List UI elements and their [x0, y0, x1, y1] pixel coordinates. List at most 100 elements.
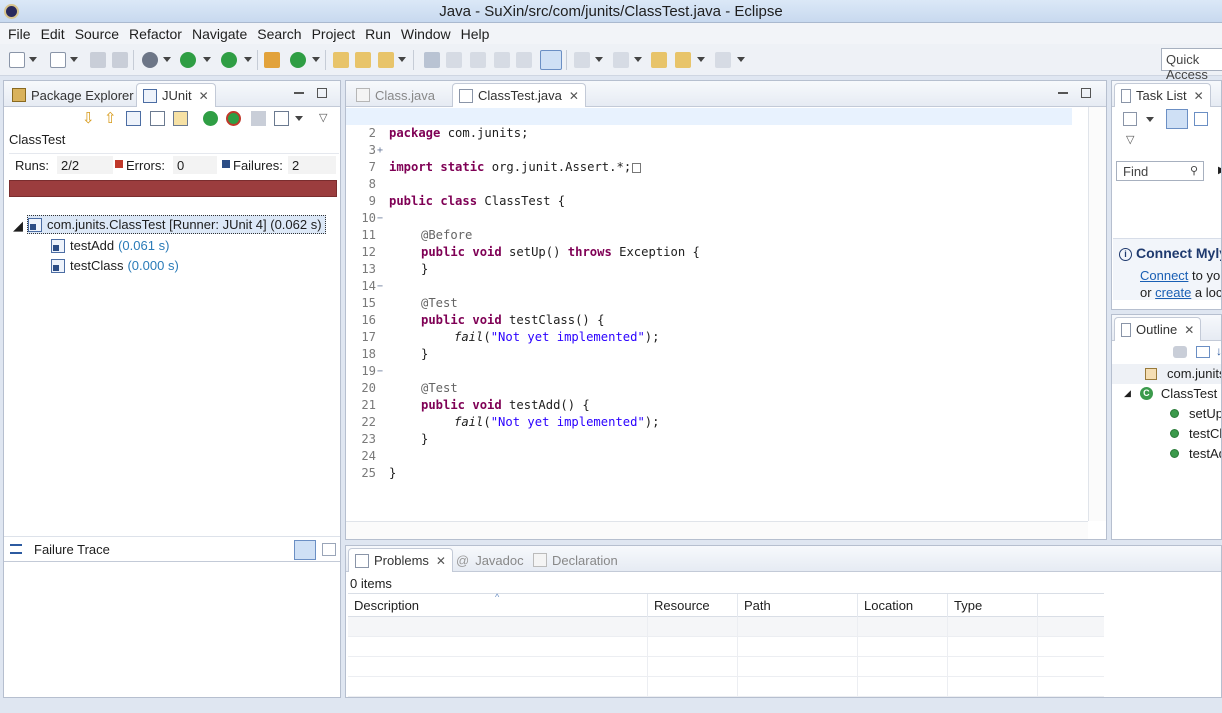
tab-javadoc[interactable]: @ Javadoc — [450, 548, 530, 572]
create-link[interactable]: create — [1155, 285, 1191, 300]
next-annotation-icon[interactable] — [574, 52, 590, 68]
tab-problems[interactable]: Problems ✕ — [348, 548, 453, 572]
debug-dropdown-icon[interactable] — [163, 57, 171, 62]
close-icon[interactable]: ✕ — [1194, 89, 1204, 103]
tree-expand-icon[interactable]: ◢ — [13, 216, 23, 235]
save-all-icon[interactable] — [112, 52, 128, 68]
test-history-icon[interactable] — [173, 111, 188, 126]
rerun-failed-first-icon[interactable] — [226, 111, 241, 126]
close-icon[interactable]: ✕ — [1184, 323, 1194, 337]
prev-annotation-icon[interactable] — [613, 52, 629, 68]
menu-help[interactable]: Help — [456, 26, 495, 42]
tab-class-java[interactable]: Class.java — [350, 83, 441, 107]
menu-source[interactable]: Source — [70, 26, 124, 42]
column-location[interactable]: Location — [858, 594, 948, 617]
column-type[interactable]: Type — [948, 594, 1038, 617]
annotation-icon[interactable] — [424, 52, 440, 68]
menu-navigate[interactable]: Navigate — [187, 26, 252, 42]
coverage-icon[interactable] — [221, 52, 237, 68]
test-case-row[interactable]: testClass (0.000 s) — [51, 256, 179, 275]
menu-search[interactable]: Search — [252, 26, 306, 42]
sort-icon[interactable]: ↓ — [1216, 344, 1221, 358]
show-failures-only-icon[interactable] — [126, 111, 141, 126]
open-dropdown-icon[interactable] — [70, 57, 78, 62]
test-case-row[interactable]: testAdd (0.061 s) — [51, 236, 169, 255]
compare-result-icon[interactable] — [322, 543, 336, 556]
open-icon[interactable] — [50, 52, 66, 68]
close-icon[interactable]: ✕ — [436, 554, 446, 568]
test-suite-row[interactable]: com.junits.ClassTest [Runner: JUnit 4] (… — [27, 215, 326, 234]
tab-classtest-java[interactable]: ClassTest.java ✕ — [452, 83, 586, 107]
rerun-test-icon[interactable] — [203, 111, 218, 126]
stop-icon[interactable] — [251, 111, 266, 126]
hide-fields-icon[interactable] — [1173, 346, 1187, 358]
minimize-icon[interactable] — [294, 88, 304, 94]
menu-file[interactable]: File — [3, 26, 36, 42]
open-type-icon[interactable] — [333, 52, 349, 68]
menu-run[interactable]: Run — [360, 26, 396, 42]
next-failure-icon[interactable]: ⇩ — [82, 111, 97, 126]
back-dropdown-icon[interactable] — [697, 57, 705, 62]
new-task-icon[interactable] — [1123, 112, 1137, 126]
filter-stack-trace-icon[interactable] — [294, 540, 316, 560]
forward-dropdown-icon[interactable] — [737, 57, 745, 62]
link-with-editor-icon[interactable] — [540, 50, 562, 70]
outline-method-row[interactable]: setUp() : void — [1170, 406, 1221, 421]
tab-task-list[interactable]: Task List ✕ — [1114, 83, 1211, 107]
menu-window[interactable]: Window — [396, 26, 456, 42]
close-icon[interactable]: ✕ — [569, 89, 579, 103]
maximize-icon[interactable] — [1081, 88, 1091, 98]
editor-vertical-scrollbar[interactable] — [1088, 107, 1106, 521]
view-menu-icon[interactable]: ▽ — [1126, 133, 1134, 146]
scroll-lock-icon[interactable] — [150, 111, 165, 126]
next-annotation-dropdown-icon[interactable] — [595, 57, 603, 62]
coverage-dropdown-icon[interactable] — [244, 57, 252, 62]
run-icon[interactable] — [180, 52, 196, 68]
last-edit-icon[interactable] — [651, 52, 667, 68]
filter-arrow-icon[interactable]: ▶ — [1218, 165, 1221, 176]
tab-package-explorer[interactable]: Package Explorer — [6, 83, 140, 107]
outline-method-row[interactable]: testAdd() : void — [1170, 446, 1221, 461]
new-task-dropdown-icon[interactable] — [1146, 117, 1154, 122]
quick-access-input[interactable]: Quick Access — [1161, 48, 1222, 82]
history-dropdown-icon[interactable] — [295, 116, 303, 121]
tree-expand-icon[interactable]: ◢ — [1124, 388, 1131, 399]
prev-annotation-dropdown-icon[interactable] — [634, 57, 642, 62]
menu-edit[interactable]: Edit — [36, 26, 70, 42]
history-icon[interactable] — [274, 111, 289, 126]
show-whitespace-icon[interactable] — [516, 52, 532, 68]
search-icon[interactable] — [378, 52, 394, 68]
code-editor[interactable]: 123+78910−11121314−1516171819−2021222324… — [346, 107, 1092, 521]
tab-declaration[interactable]: Declaration — [527, 548, 624, 572]
previous-failure-icon[interactable]: ⇧ — [104, 111, 119, 126]
maximize-icon[interactable] — [317, 88, 327, 98]
save-icon[interactable] — [90, 52, 106, 68]
run-dropdown-icon[interactable] — [203, 57, 211, 62]
new-class-dropdown-icon[interactable] — [312, 57, 320, 62]
outline-package-row[interactable]: com.junits — [1145, 366, 1221, 381]
pen-icon[interactable] — [446, 52, 462, 68]
folded-code-icon[interactable] — [632, 162, 642, 173]
column-path[interactable]: Path — [738, 594, 858, 617]
menu-project[interactable]: Project — [307, 26, 361, 42]
new-dropdown-icon[interactable] — [29, 57, 37, 62]
column-resource[interactable]: Resource — [648, 594, 738, 617]
search-dropdown-icon[interactable] — [398, 57, 406, 62]
open-resource-icon[interactable] — [355, 52, 371, 68]
close-icon[interactable]: ✕ — [199, 89, 209, 103]
tab-junit[interactable]: JUnit ✕ — [136, 83, 216, 107]
categorized-icon[interactable] — [1166, 109, 1188, 129]
minimize-icon[interactable] — [1058, 88, 1068, 94]
new-class-icon[interactable] — [290, 52, 306, 68]
collapse-all-icon[interactable] — [1196, 346, 1210, 358]
debug-icon[interactable] — [142, 52, 158, 68]
tab-outline[interactable]: Outline ✕ — [1114, 317, 1202, 341]
editor-horizontal-scrollbar[interactable] — [346, 521, 1088, 539]
scheduled-icon[interactable] — [1194, 112, 1208, 126]
view-menu-icon[interactable]: ▽ — [319, 111, 334, 126]
outline-class-row[interactable]: ◢ C ClassTest — [1124, 386, 1217, 401]
connect-link[interactable]: Connect — [1140, 268, 1188, 283]
new-icon[interactable] — [9, 52, 25, 68]
menu-refactor[interactable]: Refactor — [124, 26, 187, 42]
block-selection-icon[interactable] — [494, 52, 510, 68]
